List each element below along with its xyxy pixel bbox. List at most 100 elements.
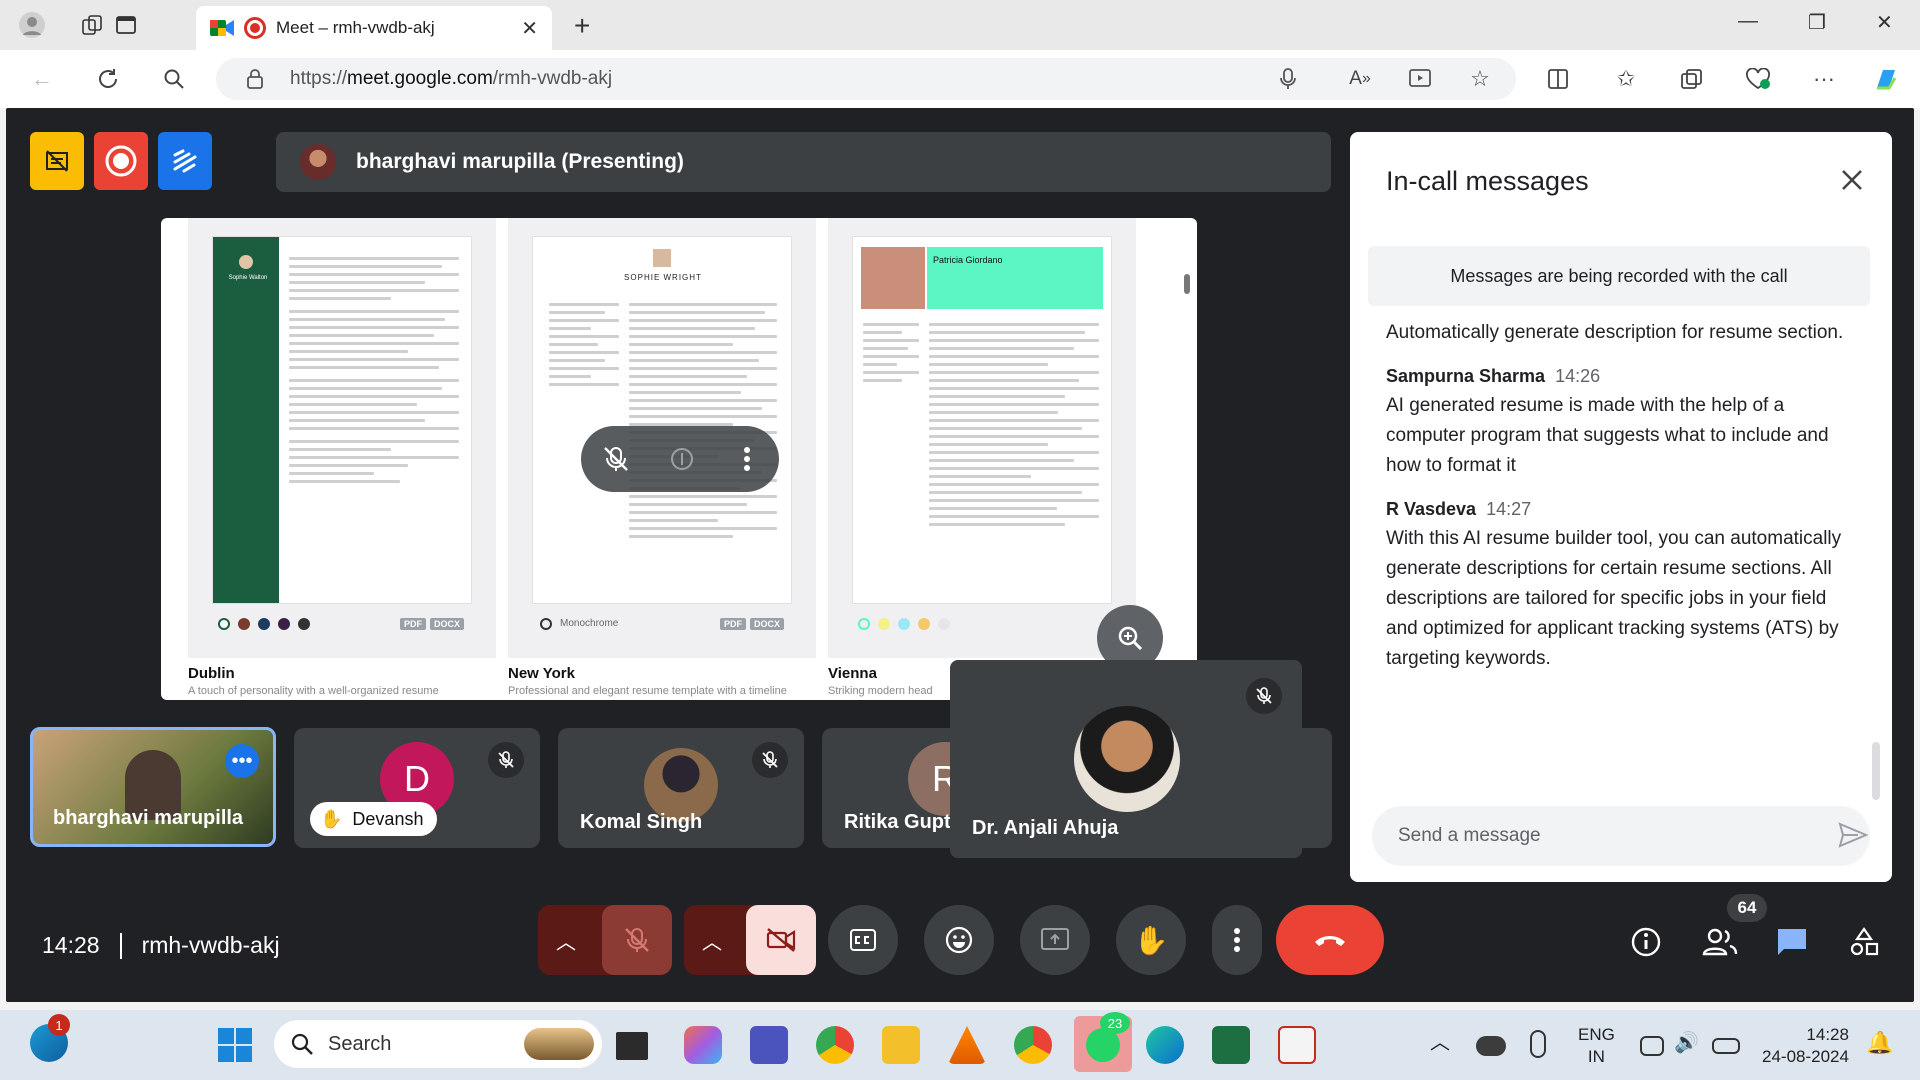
template-card-dublin[interactable]: Sophie Walton PDF DOCX [188,218,496,658]
system-clock[interactable]: 14:28 24-08-2024 [1762,1024,1849,1068]
color-swatch[interactable] [298,618,310,630]
color-swatch[interactable] [898,618,910,630]
camera-toggle-button[interactable] [746,905,816,975]
mic-options-chevron-icon[interactable]: ︿ [556,926,576,955]
resume-photo [861,247,925,309]
search-highlight-image [524,1028,594,1060]
color-swatch[interactable] [878,618,890,630]
active-tab[interactable]: Meet – rmh-vwdb-akj ✕ [196,6,552,50]
restore-icon[interactable]: ❐ [1808,10,1826,35]
recording-button[interactable] [94,132,148,190]
more-options-icon[interactable]: ••• [225,744,259,778]
message-sender: Sampurna Sharma [1386,366,1546,386]
color-swatch[interactable] [938,618,950,630]
microphone-tray-icon[interactable] [1530,1030,1546,1058]
profile-icon[interactable] [16,9,48,41]
reactions-button[interactable] [924,905,994,975]
show-hidden-icons-chevron-icon[interactable]: ︿ [1430,1032,1450,1054]
snipping-tool-icon[interactable] [1278,1026,1316,1064]
color-swatch[interactable] [218,618,230,630]
close-window-icon[interactable]: ✕ [1876,10,1893,35]
message-sender: R Vasdeva [1386,499,1477,519]
chat-scrollbar[interactable] [1872,742,1880,800]
clock-date: 24-08-2024 [1762,1047,1849,1066]
record-icon [105,145,137,177]
chrome-icon[interactable] [816,1026,854,1064]
more-options-button[interactable] [1212,905,1262,975]
color-swatch[interactable] [238,618,250,630]
app-available-icon[interactable] [1404,63,1436,95]
no-slides-icon [46,150,68,172]
send-icon[interactable] [1838,822,1874,853]
task-view-icon[interactable] [616,1032,648,1060]
message-input[interactable]: Send a message [1372,806,1870,866]
language-indicator[interactable]: ENG IN [1578,1024,1615,1068]
captions-button[interactable] [828,905,898,975]
edge-icon[interactable] [1146,1026,1184,1064]
favorite-star-icon[interactable]: ☆ [1464,63,1496,95]
tab-close-icon[interactable]: ✕ [521,16,538,41]
participant-name: bharghavi marupilla [53,807,244,829]
end-call-icon [1315,936,1345,946]
camera-control[interactable]: ︿ [684,905,816,975]
color-swatch[interactable] [278,618,290,630]
read-aloud-icon[interactable]: A» [1344,63,1376,95]
copilot-app-icon[interactable] [684,1026,722,1064]
close-icon[interactable] [1834,162,1870,198]
participant-name: Dr. Anjali Ahuja [972,817,1119,839]
participant-tile-self[interactable]: ••• bharghavi marupilla [30,727,276,847]
tab-actions-icon[interactable] [110,9,142,41]
notifications-bell-icon[interactable]: 🔔 [1866,1032,1893,1054]
leave-call-button[interactable] [1276,905,1384,975]
excel-icon[interactable] [1212,1026,1250,1064]
microphone-icon[interactable] [1272,63,1304,95]
collections-icon[interactable] [1676,63,1708,95]
chat-icon[interactable] [1772,924,1812,960]
split-screen-icon[interactable] [1542,63,1574,95]
windows-start-icon[interactable] [216,1026,254,1064]
teams-icon[interactable] [750,1026,788,1064]
favorites-icon[interactable]: ✩ [1610,63,1642,95]
volume-icon[interactable]: 🔊 [1674,1032,1699,1054]
file-explorer-icon[interactable] [882,1026,920,1064]
people-icon[interactable] [1700,924,1740,960]
vlc-icon[interactable] [948,1026,986,1064]
more-menu-icon[interactable]: ··· [1808,63,1840,95]
participant-tile-anjali[interactable]: Dr. Anjali Ahuja [950,660,1302,858]
camera-options-chevron-icon[interactable]: ︿ [702,926,722,955]
color-swatch[interactable] [858,618,870,630]
url-field[interactable]: https://meet.google.com/rmh-vwdb-akj [216,58,1516,100]
shared-scrollbar[interactable] [1184,274,1190,294]
back-icon[interactable]: ← [26,63,58,95]
language-line2: IN [1587,1047,1605,1066]
stop-annotation-button[interactable] [30,132,84,190]
chrome-profile-icon[interactable] [1014,1026,1052,1064]
tile-overlay-controls[interactable] [581,426,779,492]
search-icon [291,1033,313,1055]
copilot-icon[interactable] [1870,63,1902,95]
taskbar-search[interactable]: Search [274,1020,602,1068]
present-button[interactable] [1020,905,1090,975]
battery-icon[interactable] [1712,1038,1740,1054]
browser-essentials-icon[interactable] [1742,63,1774,95]
new-tab-icon[interactable]: + [574,10,590,42]
workspaces-icon[interactable] [76,9,108,41]
color-swatch[interactable] [918,618,930,630]
mic-toggle-button[interactable] [602,905,672,975]
search-icon[interactable] [158,63,190,95]
raise-hand-button[interactable]: ✋ [1116,905,1186,975]
minimize-icon[interactable]: — [1738,10,1758,33]
whiteboard-button[interactable] [158,132,212,190]
network-icon[interactable] [1640,1036,1664,1056]
more-vert-icon [1234,928,1240,952]
participant-tile-komal[interactable]: Komal Singh [558,728,804,848]
mic-control[interactable]: ︿ [538,905,672,975]
color-swatch[interactable] [258,618,270,630]
activities-icon[interactable] [1844,924,1884,960]
message-list[interactable]: Automatically generate description for r… [1386,312,1856,797]
template-card-vienna[interactable]: Patricia Giordano [828,218,1136,658]
meeting-details-icon[interactable] [1626,924,1666,960]
refresh-icon[interactable] [92,63,124,95]
onedrive-icon[interactable] [1476,1036,1506,1056]
participant-tile-devansh[interactable]: D ✋ Devansh [294,728,540,848]
